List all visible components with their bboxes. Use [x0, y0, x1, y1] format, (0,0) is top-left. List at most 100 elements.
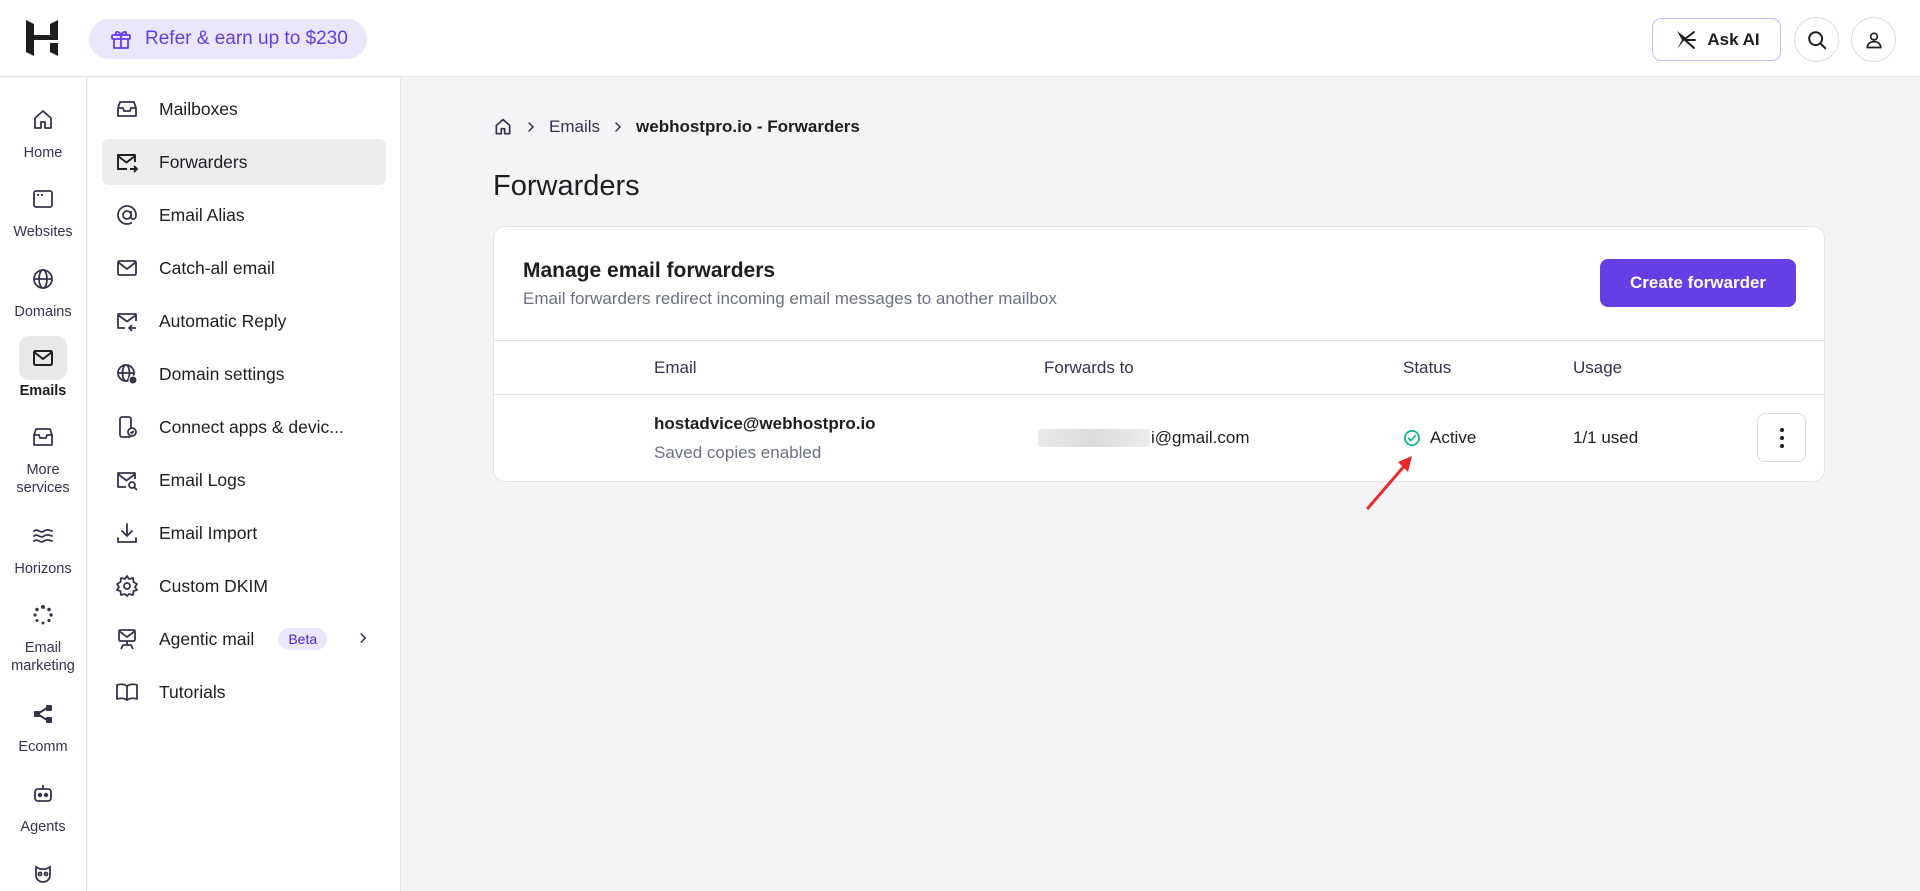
breadcrumb: Emails webhostpro.io - Forwarders	[493, 117, 860, 137]
sidebar-item-label: Email Alias	[159, 204, 245, 225]
sidebar-item-agentic-mail[interactable]: Agentic mail Beta	[102, 616, 386, 662]
row-actions-button[interactable]	[1757, 413, 1806, 462]
rail-item-emails[interactable]: Emails	[0, 336, 86, 400]
rail-item-more-services[interactable]: More services	[0, 415, 86, 497]
sidebar-item-label: Connect apps & devic...	[159, 416, 344, 437]
robot-icon	[19, 772, 67, 816]
gift-icon	[109, 27, 133, 51]
sidebar-item-label: Custom DKIM	[159, 575, 268, 596]
breadcrumb-emails-link[interactable]: Emails	[549, 117, 600, 137]
rail-item-websites[interactable]: Websites	[0, 177, 86, 241]
breadcrumb-home-icon[interactable]	[493, 117, 513, 137]
mail-forward-icon	[114, 149, 140, 175]
check-circle-icon	[1403, 429, 1421, 447]
ask-ai-label: Ask AI	[1707, 29, 1760, 49]
forwarder-email: hostadvice@webhostpro.io	[654, 414, 876, 433]
share-nodes-icon	[19, 692, 67, 736]
rail-item-more[interactable]	[0, 852, 86, 891]
waves-icon	[19, 514, 67, 558]
top-bar: Refer & earn up to $230 Ask AI	[0, 0, 1920, 77]
beta-badge: Beta	[278, 628, 328, 650]
mail-agent-icon	[114, 626, 140, 652]
refer-earn-button[interactable]: Refer & earn up to $230	[89, 19, 367, 59]
status-label: Active	[1430, 428, 1477, 447]
sidebar-item-connect-apps[interactable]: Connect apps & devic...	[102, 404, 386, 450]
sidebar-item-label: Email Logs	[159, 469, 246, 490]
sidebar-item-email-alias[interactable]: Email Alias	[102, 192, 386, 238]
column-header-status: Status	[1403, 358, 1452, 377]
breadcrumb-current: webhostpro.io - Forwarders	[636, 117, 860, 136]
globe-gear-icon	[114, 361, 140, 387]
sparkle-icon	[1673, 28, 1697, 52]
globe-icon	[19, 257, 67, 301]
forwards-to-visible: i@gmail.com	[1151, 428, 1250, 447]
account-button[interactable]	[1851, 17, 1896, 62]
chevron-right-icon	[356, 631, 370, 645]
browser-icon	[19, 177, 67, 221]
rail-item-ecomm[interactable]: Ecomm	[0, 692, 86, 756]
owl-icon	[19, 852, 67, 891]
column-header-forwards-to: Forwards to	[1044, 358, 1134, 377]
device-connect-icon	[114, 414, 140, 440]
inbox-tray-icon	[19, 415, 67, 459]
download-icon	[114, 520, 140, 546]
table-header: Email Forwards to Status Usage	[494, 340, 1824, 395]
rail-item-label: Email marketing	[11, 640, 75, 674]
primary-nav-rail: Home Websites Domains Emails More servic…	[0, 78, 87, 891]
sidebar-item-email-import[interactable]: Email Import	[102, 510, 386, 556]
mail-search-icon	[114, 467, 140, 493]
table-row: hostadvice@webhostpro.io Saved copies en…	[494, 395, 1824, 481]
gear-icon	[114, 573, 140, 599]
sidebar-item-domain-settings[interactable]: Domain settings	[102, 351, 386, 397]
sidebar-item-custom-dkim[interactable]: Custom DKIM	[102, 563, 386, 609]
sidebar-item-label: Email Import	[159, 522, 258, 543]
ask-ai-button[interactable]: Ask AI	[1652, 18, 1781, 61]
hostinger-logo-icon[interactable]	[22, 18, 62, 58]
sidebar-item-label: Tutorials	[159, 681, 226, 702]
card-title: Manage email forwarders	[523, 259, 776, 282]
rail-item-domains[interactable]: Domains	[0, 257, 86, 321]
annotation-arrow-icon	[1360, 448, 1420, 510]
column-header-usage: Usage	[1573, 358, 1623, 377]
sidebar-item-mailboxes[interactable]: Mailboxes	[102, 86, 386, 132]
sidebar-item-email-logs[interactable]: Email Logs	[102, 457, 386, 503]
sidebar-item-tutorials[interactable]: Tutorials	[102, 669, 386, 715]
sidebar-item-catch-all[interactable]: Catch-all email	[102, 245, 386, 291]
rail-item-home[interactable]: Home	[0, 98, 86, 162]
rail-item-email-marketing[interactable]: Email marketing	[0, 593, 86, 675]
sidebar-item-label: Mailboxes	[159, 98, 238, 119]
forwards-to-address: i@gmail.com	[1038, 428, 1250, 448]
chevron-right-icon	[612, 121, 624, 133]
rail-item-label: Emails	[19, 383, 67, 399]
redacted-blur	[1038, 429, 1150, 447]
rail-item-label: More services	[16, 462, 70, 496]
search-icon	[1806, 29, 1828, 51]
kebab-menu-icon	[1779, 427, 1785, 449]
home-icon	[19, 98, 67, 142]
rail-item-label: Websites	[13, 224, 73, 240]
user-icon	[1864, 30, 1884, 50]
page-title: Forwarders	[493, 170, 640, 202]
inbox-icon	[114, 96, 140, 122]
forwarder-note: Saved copies enabled	[654, 443, 822, 462]
emails-sidebar: Mailboxes Forwarders Email Alias Catch-a…	[88, 78, 401, 891]
rail-item-label: Horizons	[14, 561, 72, 577]
chevron-right-icon	[525, 121, 537, 133]
card-subtitle: Email forwarders redirect incoming email…	[523, 289, 1057, 308]
sidebar-item-forwarders[interactable]: Forwarders	[102, 139, 386, 185]
rail-item-label: Agents	[20, 819, 66, 835]
rail-item-label: Domains	[14, 304, 72, 320]
at-sign-icon	[114, 202, 140, 228]
rail-item-agents[interactable]: Agents	[0, 772, 86, 836]
create-forwarder-button[interactable]: Create forwarder	[1600, 259, 1796, 307]
rail-item-horizons[interactable]: Horizons	[0, 514, 86, 578]
column-header-email: Email	[654, 358, 697, 377]
sidebar-item-label: Automatic Reply	[159, 310, 287, 331]
usage-value: 1/1 used	[1573, 428, 1639, 447]
envelope-icon	[19, 336, 67, 380]
spinner-icon	[19, 593, 67, 637]
sidebar-item-label: Forwarders	[159, 151, 248, 172]
search-button[interactable]	[1794, 17, 1839, 62]
refer-label: Refer & earn up to $230	[145, 28, 348, 49]
sidebar-item-automatic-reply[interactable]: Automatic Reply	[102, 298, 386, 344]
